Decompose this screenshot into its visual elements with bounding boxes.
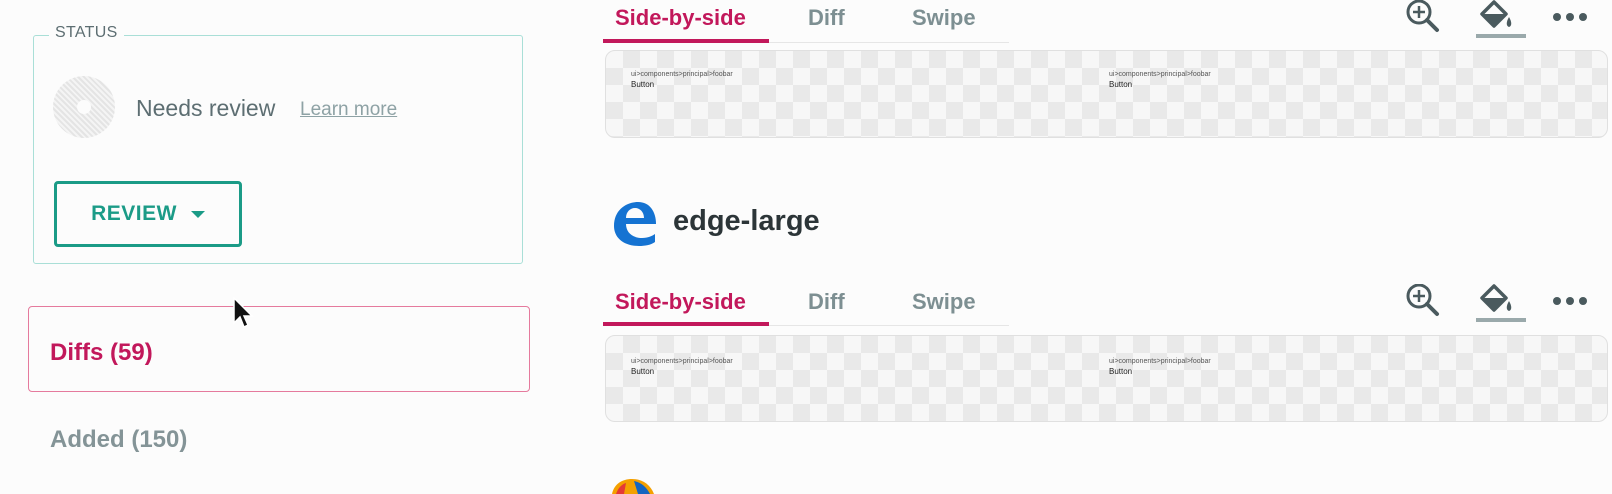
paint-bucket-icon[interactable] — [1476, 284, 1516, 316]
firefox-icon — [612, 479, 654, 494]
more-horizontal-icon[interactable] — [1552, 296, 1588, 306]
tab-side-by-side[interactable]: Side-by-side — [615, 5, 746, 31]
cursor-icon — [233, 297, 254, 329]
status-legend: STATUS — [49, 24, 124, 42]
tab-swipe[interactable]: Swipe — [912, 5, 976, 31]
learn-more-link[interactable]: Learn more — [300, 99, 397, 121]
panel-right-path: ui>components>principal>foobar — [1109, 358, 1211, 365]
tab-swipe[interactable]: Swipe — [912, 289, 976, 315]
screenshot-panel[interactable]: ui>components>principal>foobar Button ui… — [605, 335, 1608, 422]
caret-down-icon — [190, 210, 205, 218]
status-text: Needs review — [136, 95, 276, 121]
panel-right-path: ui>components>principal>foobar — [1109, 71, 1211, 78]
review-button-label: REVIEW — [91, 202, 177, 225]
tab-diff[interactable]: Diff — [808, 289, 845, 315]
panel-left-path: ui>components>principal>foobar — [631, 71, 733, 78]
paint-bucket-icon[interactable] — [1476, 0, 1516, 32]
paint-color-bar — [1476, 318, 1526, 322]
tab-side-by-side[interactable]: Side-by-side — [615, 289, 746, 315]
review-dropdown-button[interactable]: REVIEW — [54, 181, 242, 247]
browser-section-title: edge-large — [673, 205, 820, 237]
panel-right-label: Button — [1109, 367, 1133, 376]
zoom-in-icon[interactable] — [1404, 0, 1442, 34]
zoom-in-icon[interactable] — [1404, 284, 1442, 318]
nav-diffs-label: Diffs (59) — [50, 339, 153, 366]
panel-left-label: Button — [631, 80, 655, 89]
panel-left-path: ui>components>principal>foobar — [631, 358, 733, 365]
panel-right-label: Button — [1109, 80, 1133, 89]
more-horizontal-icon[interactable] — [1552, 12, 1588, 22]
paint-color-bar — [1476, 34, 1526, 38]
status-indicator-icon — [53, 76, 115, 138]
tab-active-indicator — [603, 322, 769, 326]
edge-browser-icon — [614, 202, 656, 246]
nav-item-added[interactable]: Added (150) — [50, 426, 187, 454]
tab-active-indicator — [603, 39, 769, 43]
screenshot-panel[interactable]: ui>components>principal>foobar Button ui… — [605, 50, 1608, 138]
panel-left-label: Button — [631, 367, 655, 376]
tab-diff[interactable]: Diff — [808, 5, 845, 31]
